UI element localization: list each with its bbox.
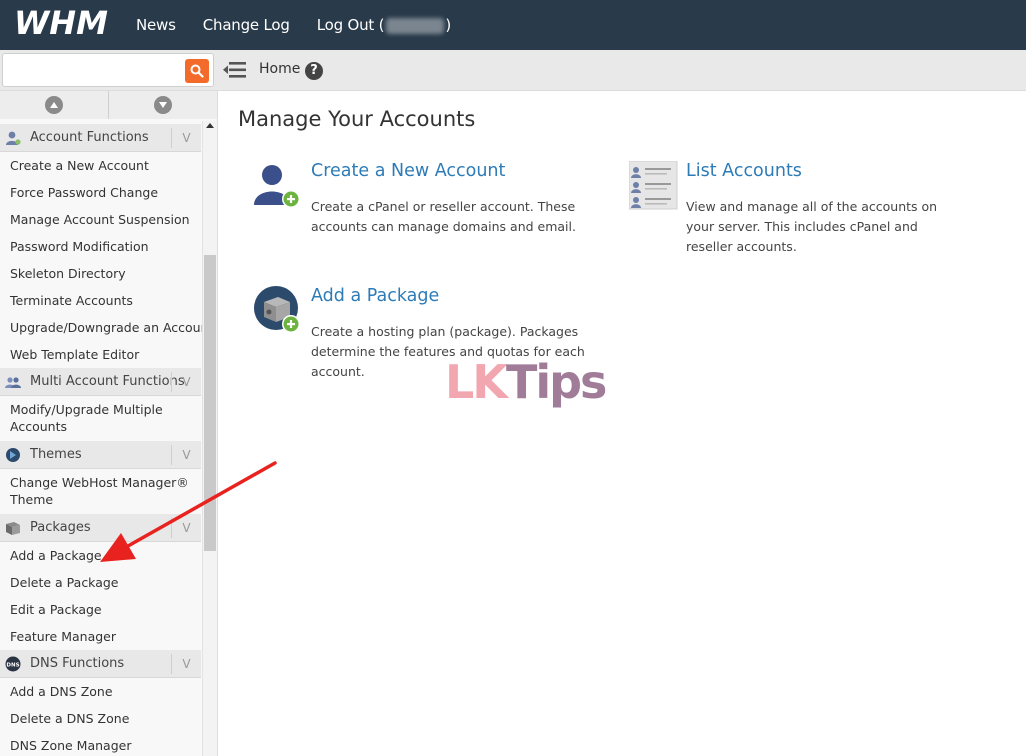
logout-label: Log Out ( bbox=[316, 16, 385, 34]
sidebar-item-add-package[interactable]: Add a Package bbox=[0, 542, 201, 569]
scroll-up-button[interactable] bbox=[0, 91, 109, 119]
logout-link[interactable]: Log Out () bbox=[317, 16, 451, 34]
top-nav: News Change Log Log Out () bbox=[136, 16, 451, 34]
lktips-watermark: LKTips bbox=[445, 355, 607, 409]
arrow-down-icon bbox=[153, 96, 172, 114]
package-icon bbox=[4, 519, 22, 537]
search-box bbox=[2, 53, 214, 87]
chevron-down-icon[interactable]: V bbox=[171, 518, 201, 538]
sidebar-scroll-controls bbox=[0, 91, 217, 119]
whm-logo[interactable]: WHM bbox=[14, 0, 132, 50]
sidebar-item-add-dns-zone[interactable]: Add a DNS Zone bbox=[0, 678, 201, 705]
svg-text:DNS: DNS bbox=[6, 662, 19, 668]
watermark-tips: Tips bbox=[505, 355, 607, 409]
category-account-functions[interactable]: Account Functions V bbox=[0, 124, 201, 152]
category-themes[interactable]: Themes V bbox=[0, 441, 201, 469]
category-label: Packages bbox=[30, 520, 91, 535]
sidebar-item-change-theme[interactable]: Change WebHost Manager® Theme bbox=[0, 469, 201, 514]
sidebar-item-edit-package[interactable]: Edit a Package bbox=[0, 596, 201, 623]
list-accounts-icon[interactable] bbox=[629, 161, 679, 211]
add-package-icon[interactable] bbox=[254, 286, 304, 336]
chevron-down-icon[interactable]: V bbox=[171, 372, 201, 392]
change-log-link[interactable]: Change Log bbox=[203, 16, 290, 34]
sidebar-item-web-template-editor[interactable]: Web Template Editor bbox=[0, 341, 201, 368]
chevron-down-icon[interactable]: V bbox=[171, 654, 201, 674]
arrow-up-icon bbox=[44, 96, 63, 114]
sidebar-item-manage-suspension[interactable]: Manage Account Suspension bbox=[0, 206, 201, 233]
list-accounts-description: View and manage all of the accounts on y… bbox=[686, 199, 938, 254]
sidebar-item-dns-zone-manager[interactable]: DNS Zone Manager bbox=[0, 732, 201, 756]
sidebar-menu: Account Functions V Create a New Account… bbox=[0, 124, 213, 756]
dns-icon: DNS bbox=[4, 655, 22, 673]
category-label: Multi Account Functions bbox=[30, 374, 185, 389]
category-label: Account Functions bbox=[30, 130, 149, 145]
user-icon bbox=[4, 129, 22, 147]
scrollbar-thumb[interactable] bbox=[204, 255, 216, 551]
sidebar-item-upgrade-downgrade[interactable]: Upgrade/Downgrade an Account bbox=[0, 314, 213, 341]
list-accounts-link[interactable]: List Accounts bbox=[686, 161, 802, 181]
sidebar-item-terminate-accounts[interactable]: Terminate Accounts bbox=[0, 287, 201, 314]
sidebar-item-delete-dns-zone[interactable]: Delete a DNS Zone bbox=[0, 705, 201, 732]
watermark-lk: LK bbox=[445, 355, 508, 409]
category-label: DNS Functions bbox=[30, 656, 125, 671]
main-content: Manage Your Accounts Create a New Accoun… bbox=[218, 91, 1026, 756]
sidebar-item-modify-upgrade-multiple[interactable]: Modify/Upgrade Multiple Accounts bbox=[0, 396, 201, 441]
search-icon bbox=[190, 64, 204, 78]
category-dns-functions[interactable]: DNS DNS Functions V bbox=[0, 650, 201, 678]
chevron-down-icon[interactable]: V bbox=[171, 128, 201, 148]
scrollbar-up-arrow-icon[interactable] bbox=[206, 123, 214, 128]
sidebar-scrollbar[interactable] bbox=[202, 121, 217, 756]
users-icon bbox=[4, 373, 22, 391]
chevron-down-icon[interactable]: V bbox=[171, 445, 201, 465]
sidebar-item-password-modification[interactable]: Password Modification bbox=[0, 233, 201, 260]
page-title: Manage Your Accounts bbox=[238, 107, 476, 131]
sidebar-item-delete-package[interactable]: Delete a Package bbox=[0, 569, 201, 596]
collapse-sidebar-icon[interactable] bbox=[223, 59, 247, 81]
sub-bar: Home ? bbox=[0, 50, 1026, 91]
sidebar: Account Functions V Create a New Account… bbox=[0, 91, 218, 756]
sidebar-item-skeleton-directory[interactable]: Skeleton Directory bbox=[0, 260, 201, 287]
category-label: Themes bbox=[30, 447, 82, 462]
logout-suffix: ) bbox=[445, 16, 451, 34]
svg-text:WHM: WHM bbox=[14, 6, 108, 40]
sidebar-item-force-password-change[interactable]: Force Password Change bbox=[0, 179, 201, 206]
username-redacted bbox=[386, 17, 445, 34]
add-user-icon[interactable] bbox=[254, 161, 304, 211]
search-input[interactable] bbox=[7, 55, 183, 85]
category-multi-account-functions[interactable]: Multi Account Functions V bbox=[0, 368, 201, 396]
sidebar-item-create-account[interactable]: Create a New Account bbox=[0, 152, 201, 179]
sidebar-item-feature-manager[interactable]: Feature Manager bbox=[0, 623, 201, 650]
scroll-down-button[interactable] bbox=[108, 91, 217, 119]
category-packages[interactable]: Packages V bbox=[0, 514, 201, 542]
breadcrumb-home[interactable]: Home bbox=[259, 61, 300, 77]
theme-icon bbox=[4, 446, 22, 464]
create-account-link[interactable]: Create a New Account bbox=[311, 161, 505, 181]
help-icon[interactable]: ? bbox=[305, 62, 323, 80]
search-button[interactable] bbox=[185, 59, 209, 83]
create-account-description: Create a cPanel or reseller account. The… bbox=[311, 199, 576, 234]
add-package-link[interactable]: Add a Package bbox=[311, 286, 439, 306]
news-link[interactable]: News bbox=[136, 16, 176, 34]
top-bar: WHM News Change Log Log Out () bbox=[0, 0, 1026, 50]
